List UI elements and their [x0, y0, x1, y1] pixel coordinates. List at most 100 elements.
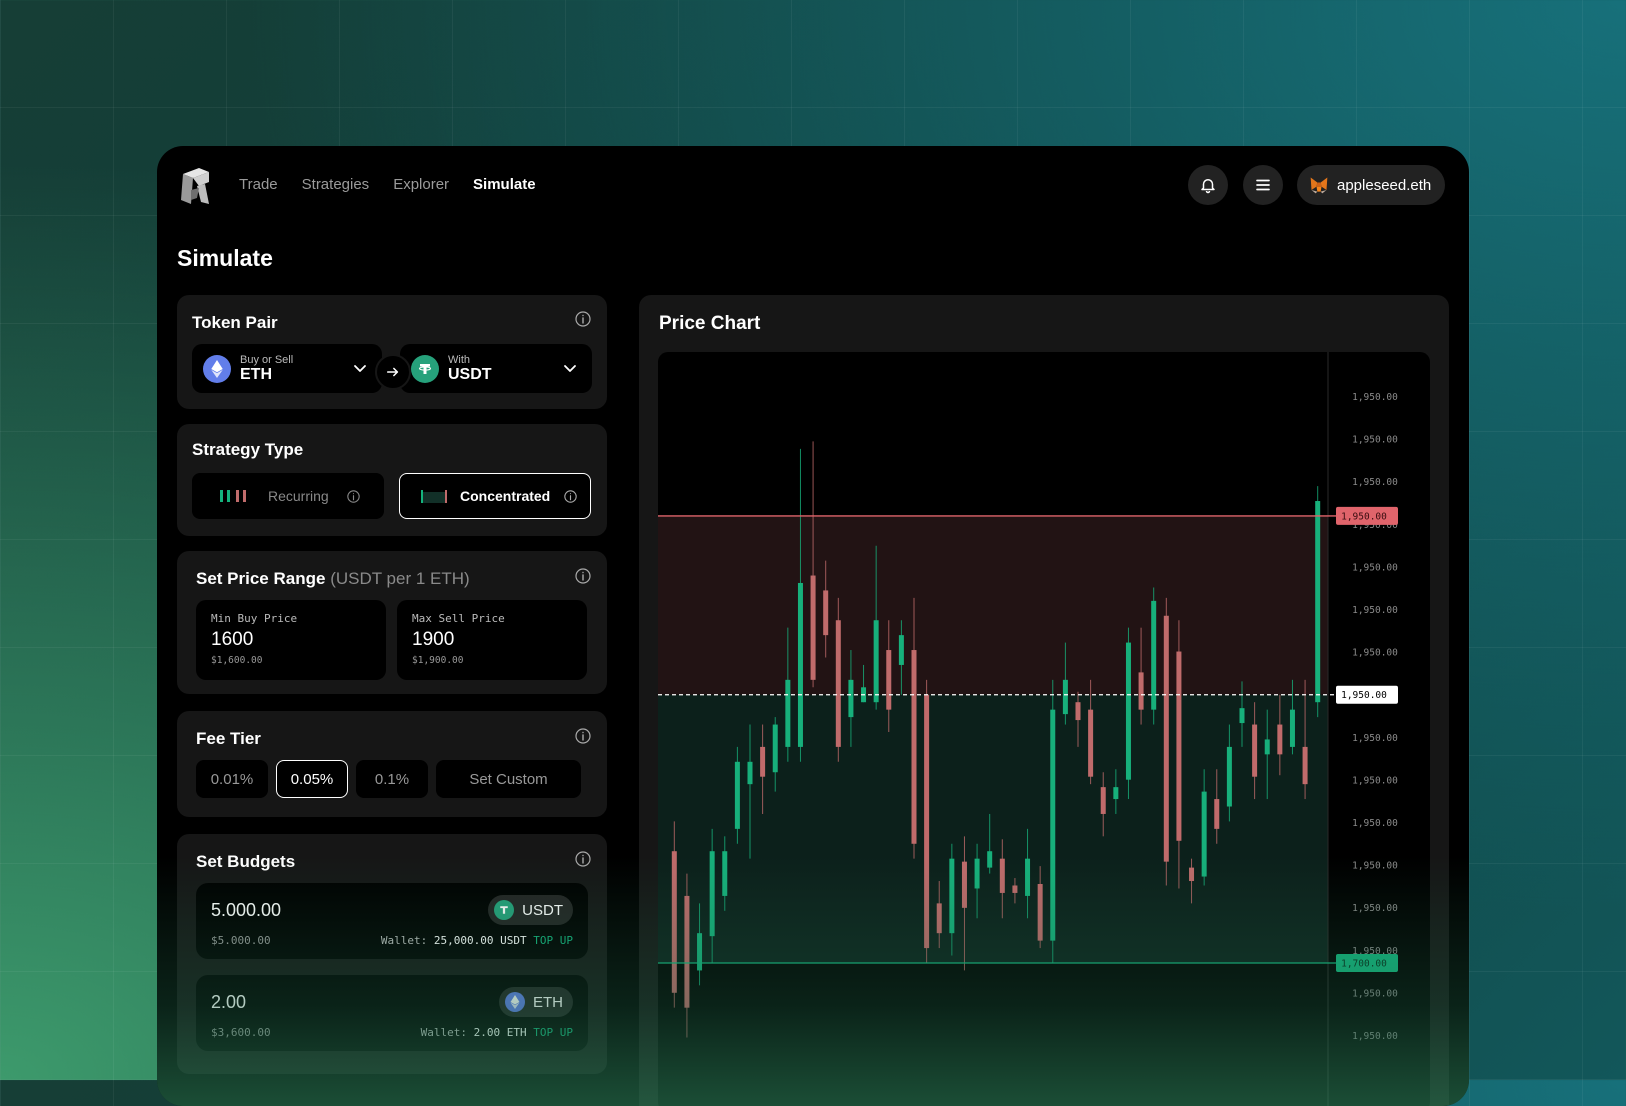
candlestick-chart[interactable]: 1,950.00 1,950.00 1,950.00 1,950.00 1,950.00…: [658, 352, 1430, 1106]
info-icon[interactable]: [575, 568, 591, 584]
candle-body: [1125, 642, 1131, 780]
price-chart-area[interactable]: 1,950.00 1,950.00 1,950.00 1,950.00 1,950.00…: [658, 352, 1430, 1106]
fee-option-0-1[interactable]: 0.1%: [356, 760, 428, 798]
arrow-right-icon: [386, 367, 399, 377]
quote-token-symbol: USDT: [448, 365, 492, 383]
bell-icon: [1201, 179, 1215, 194]
budget-usd-value: $3,600.00: [211, 1026, 271, 1039]
token-pair-title: Token Pair: [192, 313, 278, 332]
min-buy-price-input[interactable]: Min Buy Price 1600 $1,600.00: [196, 600, 386, 680]
info-icon[interactable]: [346, 489, 360, 503]
max-sell-price-input[interactable]: Max Sell Price 1900 $1,900.00: [397, 600, 587, 680]
main-nav: Trade Strategies Explorer Simulate: [239, 176, 536, 193]
wallet-button[interactable]: appleseed.eth: [1297, 165, 1446, 205]
candle-body: [835, 620, 841, 747]
candle-body: [1113, 787, 1119, 800]
y-tick-label: 1,950.00: [1352, 733, 1398, 744]
candle-body: [671, 851, 677, 993]
budget-usd-value: $5.000.00: [211, 934, 271, 947]
sell-zone: [658, 515, 1328, 695]
candle-body: [1050, 709, 1056, 941]
candle-body: [823, 590, 829, 636]
strategy-recurring-button[interactable]: Recurring: [192, 473, 384, 519]
candle-body: [911, 650, 917, 844]
candle-body: [747, 761, 753, 785]
recurring-strategy-icon: [220, 490, 246, 502]
info-icon[interactable]: [575, 728, 591, 744]
candle-body: [1226, 746, 1232, 807]
buy-zone: [658, 694, 1328, 963]
candle-body: [1062, 679, 1068, 715]
top-up-link[interactable]: TOP UP: [533, 1026, 573, 1039]
price-range-title-text: Set Price Range: [196, 569, 326, 588]
strategy-concentrated-button[interactable]: Concentrated: [399, 473, 591, 519]
candle-body: [898, 635, 904, 665]
y-tick-label: 1,950.00: [1352, 605, 1398, 616]
candle-body: [949, 858, 955, 934]
info-icon[interactable]: [564, 489, 577, 503]
info-icon[interactable]: [575, 311, 591, 327]
base-token-symbol: ETH: [240, 365, 272, 383]
budget-eth-input[interactable]: 2.00 $3,600.00 ETH Wallet: 2.00 ETH TOP …: [196, 975, 588, 1051]
fee-option-0-05[interactable]: 0.05%: [276, 760, 348, 798]
nav-simulate[interactable]: Simulate: [473, 176, 536, 193]
notifications-button[interactable]: [1188, 165, 1228, 205]
app-logo-icon[interactable]: [179, 166, 211, 206]
budgets-card: Set Budgets 5.000.00 $5.000.00 USDT Wall…: [177, 834, 607, 1074]
buy-price-tag: 1,700.00: [1341, 958, 1387, 969]
eth-icon: [505, 992, 525, 1012]
budget-amount: 2.00: [211, 992, 247, 1012]
candle-body: [1025, 858, 1031, 896]
y-tick-label: 1,950.00: [1352, 903, 1398, 914]
app-window: Trade Strategies Explorer Simulate apple…: [157, 146, 1469, 1106]
candle-body: [999, 858, 1005, 893]
swap-direction-button[interactable]: [375, 354, 411, 390]
candle-body: [785, 679, 791, 747]
candle-body: [961, 861, 967, 908]
candle-body: [1163, 615, 1169, 862]
candle-body: [684, 895, 690, 1008]
candle-body: [722, 851, 728, 896]
candle-body: [974, 858, 980, 889]
candle-body: [1189, 867, 1195, 882]
candle-body: [697, 933, 703, 971]
nav-trade[interactable]: Trade: [239, 176, 278, 193]
nav-strategies[interactable]: Strategies: [302, 176, 370, 193]
min-buy-price-usd: $1,600.00: [211, 655, 263, 666]
min-buy-price-value: 1600: [211, 629, 254, 650]
y-tick-label: 1,950.00: [1352, 435, 1398, 446]
candle-body: [1214, 799, 1220, 829]
nav-explorer[interactable]: Explorer: [393, 176, 449, 193]
candle-body: [1289, 709, 1295, 747]
usdt-icon: [494, 900, 515, 920]
quote-token-label: With: [448, 353, 470, 366]
fee-set-custom-button[interactable]: Set Custom: [436, 760, 581, 798]
candle-body: [873, 620, 879, 703]
budget-token-pill: ETH: [499, 987, 573, 1017]
base-token-select[interactable]: Buy or Sell ETH: [192, 344, 382, 393]
candle-body: [760, 746, 766, 777]
menu-button[interactable]: [1243, 165, 1283, 205]
price-chart-title: Price Chart: [659, 313, 761, 334]
budget-wallet-balance: Wallet: 2.00 ETH TOP UP: [421, 1026, 573, 1039]
candle-body: [797, 582, 803, 747]
min-buy-price-label: Min Buy Price: [211, 612, 298, 625]
top-up-link[interactable]: TOP UP: [533, 934, 573, 947]
candle-body: [1138, 672, 1144, 710]
fee-option-0-01[interactable]: 0.01%: [196, 760, 268, 798]
strategy-type-card: Strategy Type Recurring Concentrated: [177, 424, 607, 536]
budget-token-symbol: ETH: [533, 993, 563, 1011]
token-pair-card: Token Pair Buy or Sell ETH With USDT: [177, 295, 607, 409]
candle-body: [886, 650, 892, 710]
budget-usdt-input[interactable]: 5.000.00 $5.000.00 USDT Wallet: 25,000.0…: [196, 883, 588, 959]
price-range-title: Set Price Range (USDT per 1 ETH): [196, 569, 470, 589]
y-tick-label: 1,950.00: [1352, 562, 1398, 573]
candle-body: [1037, 884, 1043, 941]
budget-token-pill: USDT: [488, 895, 573, 925]
wallet-balance-value: 2.00 ETH: [473, 1026, 527, 1039]
candle-body: [1012, 885, 1018, 893]
info-icon[interactable]: [575, 851, 591, 867]
candle-body: [1302, 746, 1308, 785]
budget-amount: 5.000.00: [211, 900, 282, 920]
quote-token-select[interactable]: With USDT: [400, 344, 592, 393]
